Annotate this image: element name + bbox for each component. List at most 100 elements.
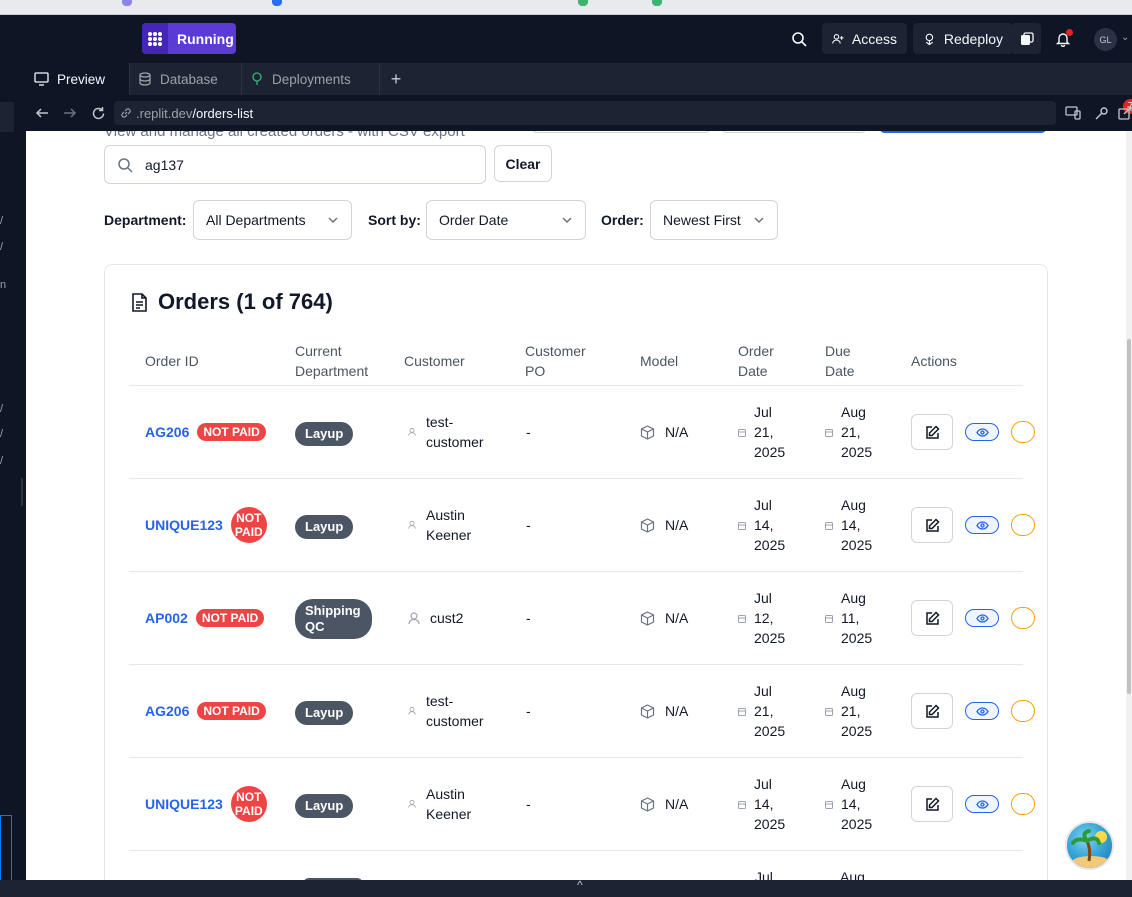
notification-dot bbox=[1066, 29, 1073, 36]
table-row[interactable]: AG206 NOT PAID Layup test-customer - N/A Jul 21… bbox=[129, 665, 1035, 758]
view-button[interactable] bbox=[965, 609, 999, 627]
clear-button[interactable]: Clear bbox=[494, 145, 552, 182]
order-id-link[interactable]: AP002 bbox=[145, 608, 188, 628]
more-actions-button[interactable] bbox=[1011, 607, 1035, 629]
url-toolbar: .replit.dev/orders-list 7 bbox=[26, 95, 1132, 131]
edit-button[interactable] bbox=[911, 414, 953, 450]
order-id-link[interactable]: AG206 bbox=[145, 701, 189, 721]
add-tab-button[interactable]: + bbox=[380, 63, 412, 95]
more-actions-button[interactable] bbox=[1011, 700, 1035, 722]
sortby-select[interactable]: Order Date bbox=[426, 200, 586, 240]
view-button[interactable] bbox=[965, 516, 999, 534]
order-id-link[interactable]: UNIQUE123 bbox=[145, 794, 223, 814]
chevron-up-icon[interactable]: ^ bbox=[577, 878, 583, 892]
monitor-icon bbox=[34, 72, 49, 86]
not-paid-text: NOT bbox=[236, 511, 262, 525]
edit-button[interactable] bbox=[911, 693, 953, 729]
calendar-icon bbox=[825, 428, 833, 437]
model-value: N/A bbox=[665, 517, 689, 533]
th-model[interactable]: Model bbox=[640, 351, 678, 371]
url-input[interactable]: .replit.dev/orders-list bbox=[114, 101, 1056, 125]
create-order-button[interactable] bbox=[879, 131, 1047, 133]
edit-button[interactable] bbox=[911, 507, 953, 543]
table-row[interactable]: UNIQUE123 NOT PAID Layup Austin Keener - N/A Jul… bbox=[129, 758, 1035, 851]
more-actions-button[interactable] bbox=[1011, 421, 1035, 443]
more-actions-button[interactable] bbox=[1011, 514, 1035, 536]
url-domain: .replit.dev bbox=[136, 105, 193, 121]
redeploy-button[interactable]: Redeploy bbox=[913, 23, 1013, 54]
department-select[interactable]: All Departments bbox=[193, 200, 352, 240]
tab-preview[interactable]: Preview bbox=[26, 63, 130, 95]
order-id-link[interactable]: AG206 bbox=[145, 422, 189, 442]
rail-chevron-icon[interactable]: / bbox=[0, 403, 3, 415]
edit-button[interactable] bbox=[911, 786, 953, 822]
pane-tabs: Preview Database Deployments + bbox=[26, 63, 1132, 95]
chevron-down-icon[interactable]: ⌄ bbox=[1121, 32, 1129, 43]
export-button[interactable] bbox=[531, 131, 711, 133]
rail-chevron-icon[interactable]: / bbox=[0, 428, 3, 440]
bell-icon[interactable] bbox=[1047, 23, 1078, 54]
tab-database[interactable]: Database bbox=[130, 63, 242, 95]
run-status-button[interactable]: Running bbox=[142, 23, 236, 54]
date-line: 21, bbox=[754, 703, 774, 719]
th-order-id[interactable]: Order ID bbox=[145, 351, 199, 371]
th-current-department[interactable]: Current Department bbox=[295, 341, 368, 381]
external-link-icon[interactable] bbox=[1116, 104, 1132, 122]
rail-panel[interactable] bbox=[0, 815, 12, 882]
customer-cell: Austin Keener bbox=[408, 784, 471, 824]
th-customer-po[interactable]: Customer PO bbox=[525, 341, 586, 381]
table-row[interactable]: AG206 NOT PAID Layup test-customer - N/A Jul 21… bbox=[129, 386, 1035, 479]
preview-viewport: View and manage all created orders - wit… bbox=[26, 131, 1132, 880]
orders-count-title: Orders (1 of 764) bbox=[158, 289, 333, 314]
date-line: 2025 bbox=[841, 723, 873, 739]
reload-icon[interactable] bbox=[89, 104, 107, 122]
resize-handle[interactable] bbox=[21, 478, 23, 506]
devtools-icon[interactable] bbox=[1092, 104, 1110, 122]
date-line: 21, bbox=[841, 424, 861, 440]
edit-button[interactable] bbox=[911, 600, 953, 636]
th-customer[interactable]: Customer bbox=[404, 351, 465, 371]
search-icon[interactable] bbox=[783, 23, 814, 54]
orders-card: Orders (1 of 764) Order ID Current Depar… bbox=[104, 264, 1048, 880]
eye-icon bbox=[975, 799, 989, 809]
th-due-date[interactable]: Due Date bbox=[825, 341, 855, 381]
table-row[interactable]: UNIQUE123 NOT PAID Layup Austin Keener - N/A Jul… bbox=[129, 479, 1035, 572]
order-select[interactable]: Newest First bbox=[650, 200, 778, 240]
view-button[interactable] bbox=[965, 795, 999, 813]
more-actions-button[interactable] bbox=[1011, 793, 1035, 815]
access-label: Access bbox=[851, 30, 897, 47]
customer-po-cell: - bbox=[526, 610, 531, 626]
table-row[interactable]: AP002 NOT PAID Shipping QC cust2 - N/A Jul 12, 2… bbox=[129, 572, 1035, 665]
calendar-icon bbox=[738, 614, 746, 623]
tab-deployments[interactable]: Deployments bbox=[242, 63, 380, 95]
scrollbar-thumb[interactable] bbox=[1127, 339, 1131, 694]
customer-line: Austin bbox=[426, 507, 465, 523]
edit-icon bbox=[925, 424, 940, 439]
access-button[interactable]: Access bbox=[822, 23, 907, 54]
th-order-date[interactable]: Order Date bbox=[738, 341, 774, 381]
forward-arrow-icon[interactable] bbox=[61, 104, 79, 122]
assistant-avatar[interactable] bbox=[1065, 821, 1114, 870]
view-button[interactable] bbox=[965, 423, 999, 441]
scrollbar[interactable] bbox=[1126, 131, 1132, 880]
devices-icon[interactable] bbox=[1064, 104, 1082, 122]
avatar[interactable]: GL bbox=[1094, 28, 1117, 51]
deploy-panel-icon[interactable] bbox=[1013, 23, 1041, 54]
partial-due-date: Aug bbox=[840, 869, 865, 880]
rail-chevron-icon[interactable]: / bbox=[0, 455, 3, 467]
sortby-select-value: Order Date bbox=[439, 212, 509, 228]
rail-chevron-icon[interactable]: / bbox=[0, 215, 3, 227]
date-line: Aug bbox=[841, 776, 866, 792]
rail-chevron-icon[interactable]: / bbox=[0, 241, 3, 253]
rail-item[interactable] bbox=[0, 102, 14, 132]
not-paid-badge: NOT PAID bbox=[230, 786, 267, 822]
customer-po-cell: - bbox=[526, 796, 531, 812]
dept-cell: Layup bbox=[295, 794, 354, 818]
back-arrow-icon[interactable] bbox=[33, 104, 51, 122]
order-id-link[interactable]: UNIQUE123 bbox=[145, 515, 223, 535]
order-id-cell: AP002 NOT PAID bbox=[145, 608, 265, 628]
search-input[interactable]: ag137 bbox=[104, 145, 486, 184]
toolbar-button[interactable] bbox=[721, 131, 867, 133]
date-line: 2025 bbox=[754, 630, 786, 646]
view-button[interactable] bbox=[965, 702, 999, 720]
